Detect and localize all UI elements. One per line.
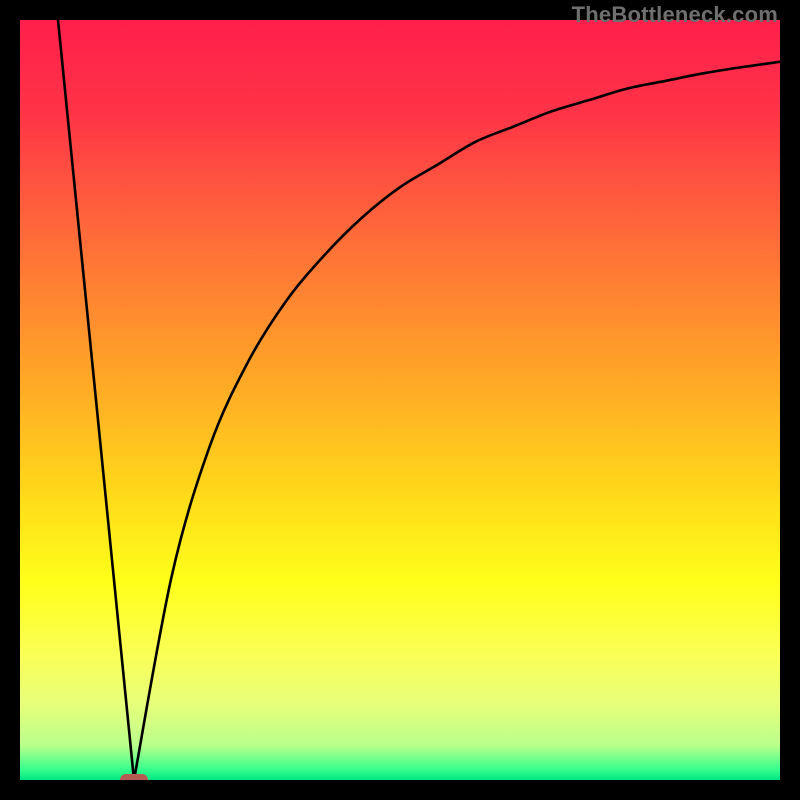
watermark-text: TheBottleneck.com bbox=[572, 2, 778, 28]
background-rect bbox=[20, 20, 780, 780]
chart-svg bbox=[20, 20, 780, 780]
minimum-marker bbox=[120, 774, 148, 780]
marker-layer bbox=[120, 774, 148, 780]
chart-frame: TheBottleneck.com bbox=[0, 0, 800, 800]
plot-area bbox=[20, 20, 780, 780]
